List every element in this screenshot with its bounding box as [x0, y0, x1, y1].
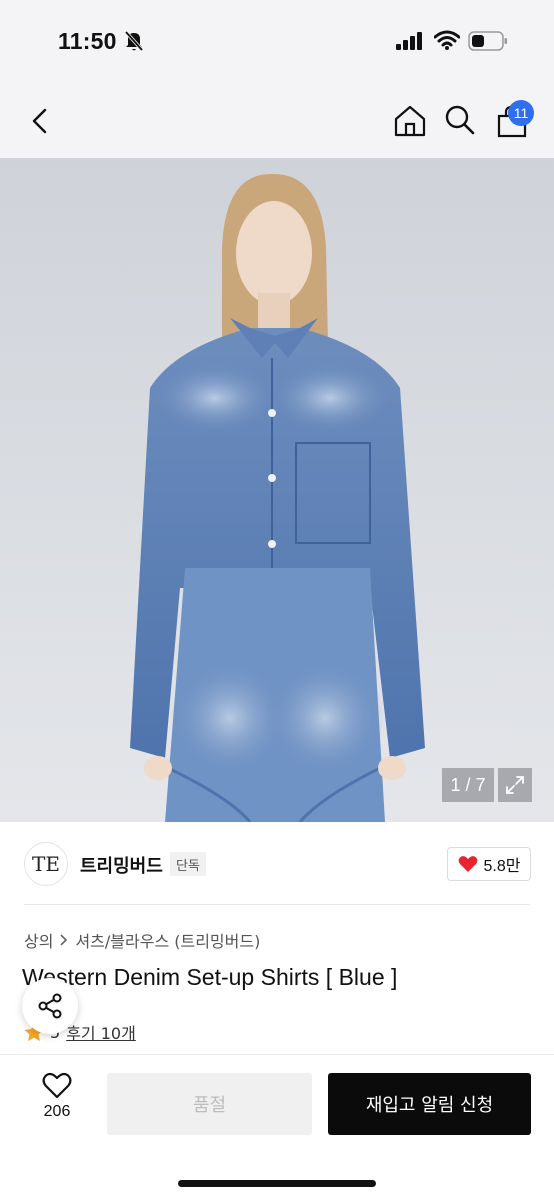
- search-icon[interactable]: [444, 104, 476, 136]
- product-image[interactable]: [0, 158, 554, 822]
- brand-like-button[interactable]: 5.8만: [447, 847, 531, 881]
- status-time: 11:50: [58, 28, 117, 54]
- bell-off-icon: [124, 30, 144, 52]
- share-button[interactable]: [22, 978, 78, 1034]
- product-photo-illustration: [0, 158, 554, 822]
- share-icon: [38, 993, 62, 1019]
- expand-icon: [506, 776, 524, 794]
- exclusive-badge: 단독: [170, 852, 206, 876]
- wish-button[interactable]: 206: [30, 1072, 84, 1132]
- wish-count: 206: [43, 1103, 71, 1120]
- status-bar: 11:50: [0, 0, 554, 82]
- battery-icon: [468, 31, 507, 51]
- chevron-right-icon: [60, 934, 68, 946]
- breadcrumb-category[interactable]: 상의: [24, 928, 53, 952]
- heart-outline-icon: [42, 1072, 72, 1099]
- brand-like-count: 5.8만: [483, 858, 521, 875]
- breadcrumb-subcategory[interactable]: 셔츠/블라우스 (트리밍버드): [75, 928, 260, 952]
- home-indicator: [178, 1180, 376, 1187]
- brand-name[interactable]: 트리밍버드: [80, 852, 163, 878]
- brand-logo[interactable]: TE: [24, 842, 68, 886]
- home-icon[interactable]: [393, 104, 427, 138]
- review-count-link[interactable]: 후기 10개: [66, 1020, 136, 1044]
- image-page-counter: 1 / 7: [442, 768, 494, 802]
- expand-button[interactable]: [498, 768, 532, 802]
- restock-alert-button[interactable]: 재입고 알림 신청: [328, 1073, 531, 1135]
- back-icon[interactable]: [26, 106, 54, 136]
- product-title: Western Denim Set-up Shirts [ Blue ]: [22, 964, 398, 990]
- soldout-button: 품절: [107, 1073, 312, 1135]
- breadcrumb: 상의 셔츠/블라우스 (트리밍버드): [24, 928, 260, 952]
- divider: [24, 904, 530, 905]
- heart-filled-icon: [458, 856, 477, 872]
- cart-count-badge: 11: [508, 100, 534, 126]
- nav-bar: [0, 82, 554, 158]
- signal-icon: [396, 32, 422, 50]
- wifi-icon: [434, 30, 460, 50]
